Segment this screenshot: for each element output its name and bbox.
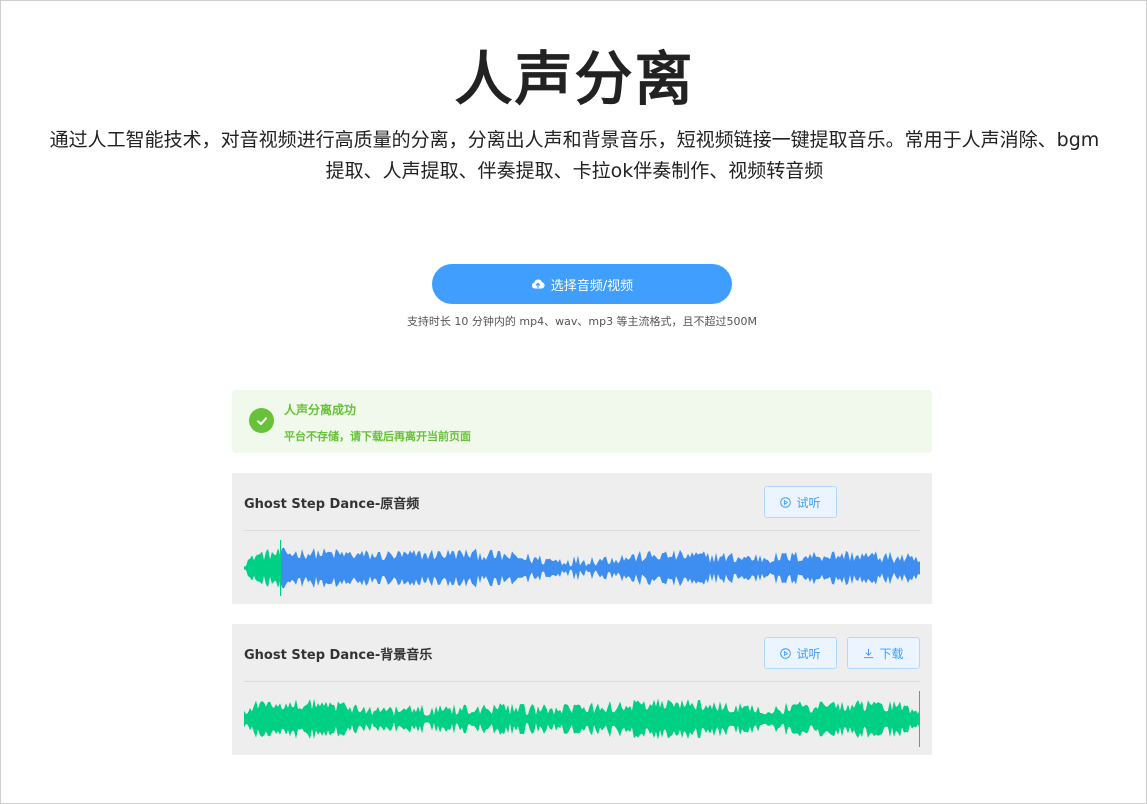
divider xyxy=(244,681,920,682)
upload-hint: 支持时长 10 分钟内的 mp4、wav、mp3 等主流格式，且不超过500M xyxy=(406,315,758,328)
alert-title: 人声分离成功 xyxy=(284,403,357,417)
download-label: 下载 xyxy=(879,646,904,661)
track-background-music: Ghost Step Dance-背景音乐 试听 下载 xyxy=(232,624,932,755)
page-frame: 人声分离 通过人工智能技术，对音视频进行高质量的分离，分离出人声和背景音乐，短视… xyxy=(0,0,1147,804)
listen-button[interactable]: 试听 xyxy=(764,486,837,518)
playback-cursor xyxy=(280,540,281,596)
check-circle-icon xyxy=(249,408,274,433)
play-circle-icon xyxy=(780,496,792,508)
select-media-label: 选择音频/视频 xyxy=(550,278,634,294)
play-circle-icon xyxy=(780,647,792,659)
waveform[interactable] xyxy=(244,540,920,596)
track-original-audio: Ghost Step Dance-原音频 试听 xyxy=(232,473,932,604)
download-icon xyxy=(864,648,874,658)
listen-label: 试听 xyxy=(796,495,821,510)
success-alert: 人声分离成功 平台不存储，请下载后再离开当前页面 xyxy=(232,390,932,453)
select-media-button[interactable]: 选择音频/视频 xyxy=(432,264,732,304)
playback-cursor xyxy=(919,691,920,747)
track-name: Ghost Step Dance-背景音乐 xyxy=(244,648,433,663)
listen-label: 试听 xyxy=(796,646,821,661)
cloud-upload-icon xyxy=(531,279,545,289)
listen-button[interactable]: 试听 xyxy=(764,637,837,669)
alert-description: 平台不存储，请下载后再离开当前页面 xyxy=(284,430,471,443)
track-name: Ghost Step Dance-原音频 xyxy=(244,497,420,512)
download-button[interactable]: 下载 xyxy=(847,637,920,669)
divider xyxy=(244,530,920,531)
waveform[interactable] xyxy=(244,691,920,747)
waveform-played-shape xyxy=(244,698,920,740)
page-title: 人声分离 xyxy=(454,45,695,113)
waveform-shape xyxy=(244,547,920,589)
page-description: 通过人工智能技术，对音视频进行高质量的分离，分离出人声和背景音乐，短视频链接一键… xyxy=(49,129,1100,182)
